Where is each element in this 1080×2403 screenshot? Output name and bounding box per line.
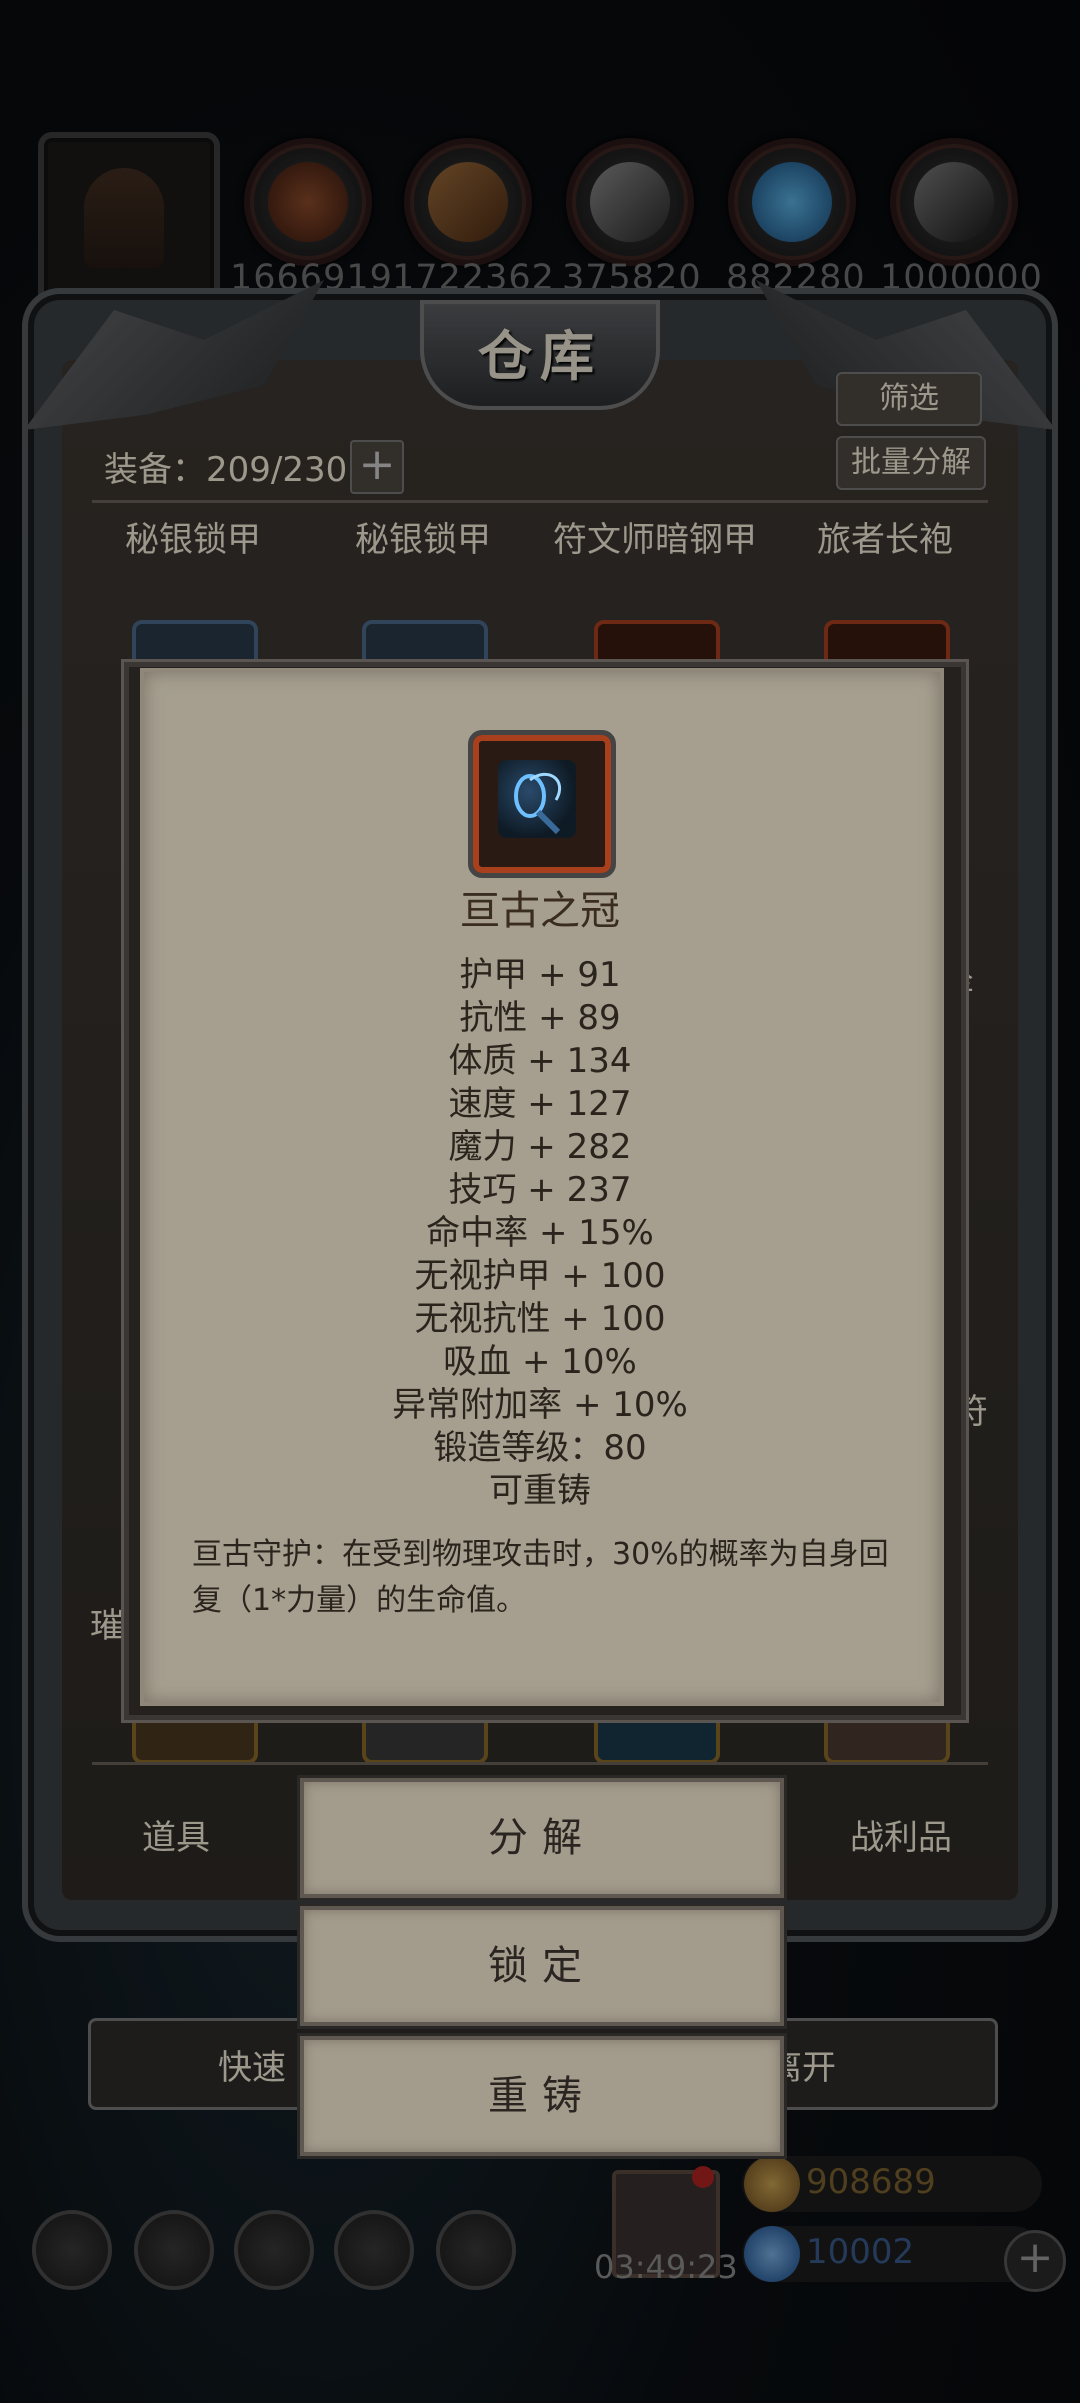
lock-button[interactable]: 锁定 — [300, 1906, 784, 2026]
decompose-button[interactable]: 分解 — [300, 1778, 784, 1898]
stat-hit-rate: 命中率 + 15% — [426, 1213, 654, 1253]
stat-resistance: 抗性 + 89 — [459, 998, 621, 1038]
stat-ignore-armor: 无视护甲 + 100 — [414, 1256, 666, 1296]
item-detail-name: 亘古之冠 — [460, 888, 620, 934]
stat-reforgeable: 可重铸 — [489, 1471, 591, 1511]
item-special-description: 亘古守护：在受到物理攻击时，30%的概率为自身回复（1*力量）的生命值。 — [192, 1537, 889, 1618]
stat-status-chance: 异常附加率 + 10% — [392, 1385, 688, 1425]
stat-lifesteal: 吸血 + 10% — [443, 1342, 637, 1382]
stat-ignore-resistance: 无视抗性 + 100 — [414, 1299, 666, 1339]
stat-forge-level: 锻造等级：80 — [433, 1428, 647, 1468]
staff-graphic-icon — [514, 773, 562, 835]
stat-skill: 技巧 + 237 — [448, 1170, 632, 1210]
reforge-button[interactable]: 重铸 — [300, 2036, 784, 2156]
item-stats-list: 护甲 + 91 抗性 + 89 体质 + 134 速度 + 127 魔力 + 2… — [140, 954, 940, 1513]
stat-magic: 魔力 + 282 — [448, 1127, 632, 1167]
stat-armor: 护甲 + 91 — [459, 955, 621, 995]
stat-constitution: 体质 + 134 — [448, 1041, 632, 1081]
stat-speed: 速度 + 127 — [448, 1084, 632, 1124]
crown-staff-icon — [498, 760, 576, 838]
